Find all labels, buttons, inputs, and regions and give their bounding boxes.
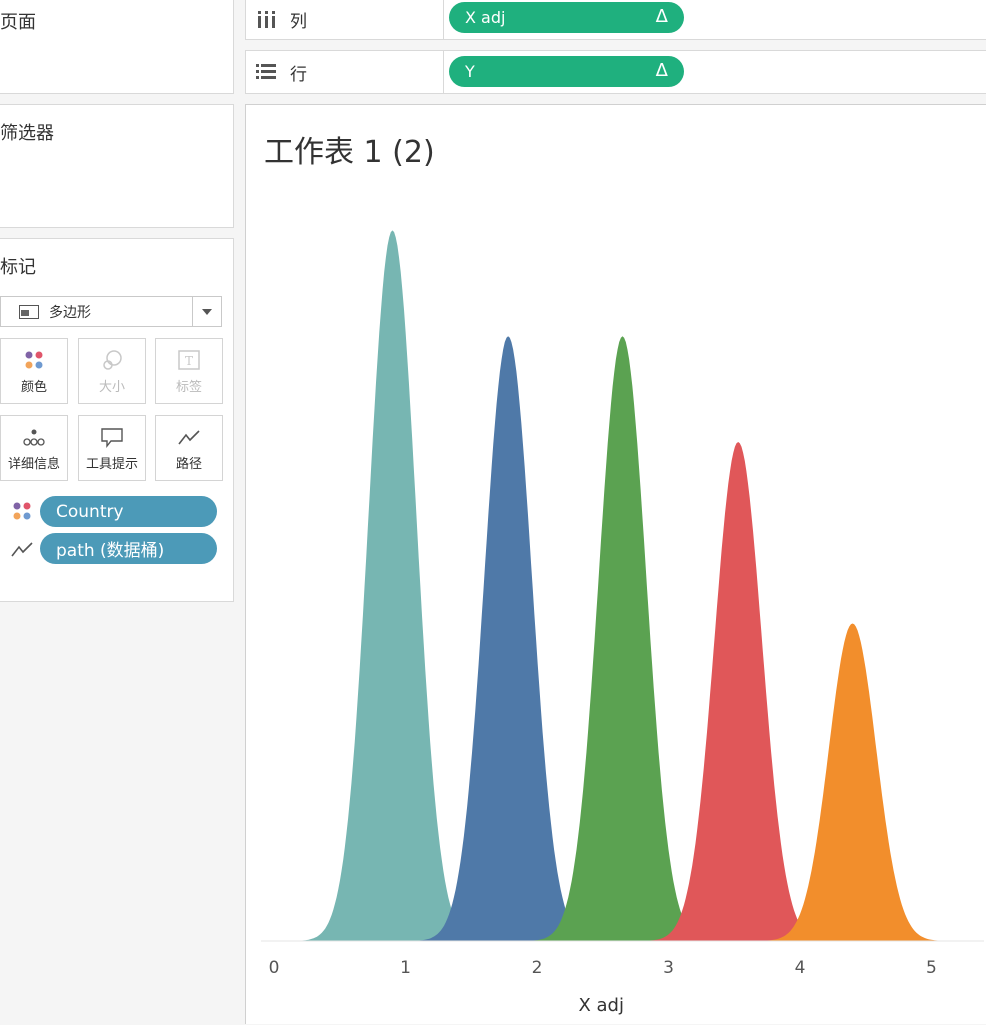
path-icon bbox=[178, 430, 200, 445]
color-icon bbox=[25, 351, 43, 369]
delta-icon: Δ bbox=[655, 6, 668, 27]
size-button-label: 大小 bbox=[98, 380, 125, 395]
path-pill-label: path (数据桶) bbox=[56, 541, 165, 561]
x-tick-label: 3 bbox=[663, 958, 674, 978]
path-pill-icon bbox=[11, 542, 33, 557]
country-pill-label: Country bbox=[56, 501, 124, 522]
mark-type-label: 多边形 bbox=[49, 304, 91, 321]
label-button[interactable]: T 标签 bbox=[155, 338, 223, 404]
x-tick-label: 2 bbox=[532, 958, 543, 978]
columns-shelf-label: 列 bbox=[246, 0, 444, 39]
x-tick-label: 1 bbox=[400, 958, 411, 978]
x-axis-label: X adj bbox=[578, 995, 624, 1016]
x-adj-pill-label: X adj bbox=[465, 8, 506, 27]
size-icon bbox=[103, 350, 122, 370]
polygon-icon bbox=[19, 304, 39, 319]
path-pill[interactable]: path (数据桶) bbox=[40, 533, 217, 564]
detail-button-label: 详细信息 bbox=[7, 457, 60, 472]
tooltip-button-label: 工具提示 bbox=[85, 457, 138, 472]
columns-label-text: 列 bbox=[290, 12, 307, 32]
ridgeline-chart: 0 1 2 3 4 5 X adj bbox=[261, 230, 984, 1016]
rows-icon bbox=[256, 64, 276, 79]
pages-panel: 页面 bbox=[0, 0, 234, 94]
filters-panel[interactable]: 筛选器 bbox=[0, 104, 234, 228]
tooltip-icon bbox=[101, 428, 123, 448]
chevron-down-icon[interactable] bbox=[202, 309, 212, 315]
path-button-label: 路径 bbox=[175, 457, 202, 472]
filters-title: 筛选器 bbox=[0, 123, 54, 144]
rows-shelf-label: 行 bbox=[246, 51, 444, 93]
path-button[interactable]: 路径 bbox=[155, 415, 223, 481]
columns-icon bbox=[258, 10, 275, 28]
color-button[interactable]: 颜色 bbox=[0, 338, 68, 404]
tooltip-button[interactable]: 工具提示 bbox=[78, 415, 146, 481]
dropdown-divider bbox=[192, 297, 193, 326]
color-button-label: 颜色 bbox=[20, 380, 47, 395]
pages-title: 页面 bbox=[0, 12, 36, 33]
detail-icon bbox=[23, 429, 45, 446]
rows-label-text: 行 bbox=[290, 64, 307, 85]
x-adj-pill[interactable]: X adj Δ bbox=[449, 2, 684, 33]
mark-type-dropdown[interactable]: 多边形 bbox=[0, 296, 222, 327]
x-tick-label: 4 bbox=[795, 958, 806, 978]
x-tick-label: 0 bbox=[269, 958, 280, 978]
text-label-icon: T bbox=[178, 350, 200, 370]
country-pill[interactable]: Country bbox=[40, 496, 217, 527]
delta-icon: Δ bbox=[655, 60, 668, 81]
svg-text:T: T bbox=[185, 354, 193, 368]
y-pill[interactable]: Y Δ bbox=[449, 56, 684, 87]
y-pill-label: Y bbox=[465, 62, 475, 81]
size-button[interactable]: 大小 bbox=[78, 338, 146, 404]
area-series-group bbox=[261, 230, 984, 941]
x-tick-label: 5 bbox=[926, 958, 937, 978]
color-pill-icon bbox=[13, 502, 31, 520]
worksheet: 工作表 1 (2) 012345 X adj bbox=[245, 104, 986, 1024]
x-axis-ticks: 0 1 2 3 4 5 bbox=[269, 958, 937, 978]
label-button-label: 标签 bbox=[175, 380, 202, 395]
marks-title: 标记 bbox=[0, 257, 36, 278]
detail-button[interactable]: 详细信息 bbox=[0, 415, 68, 481]
